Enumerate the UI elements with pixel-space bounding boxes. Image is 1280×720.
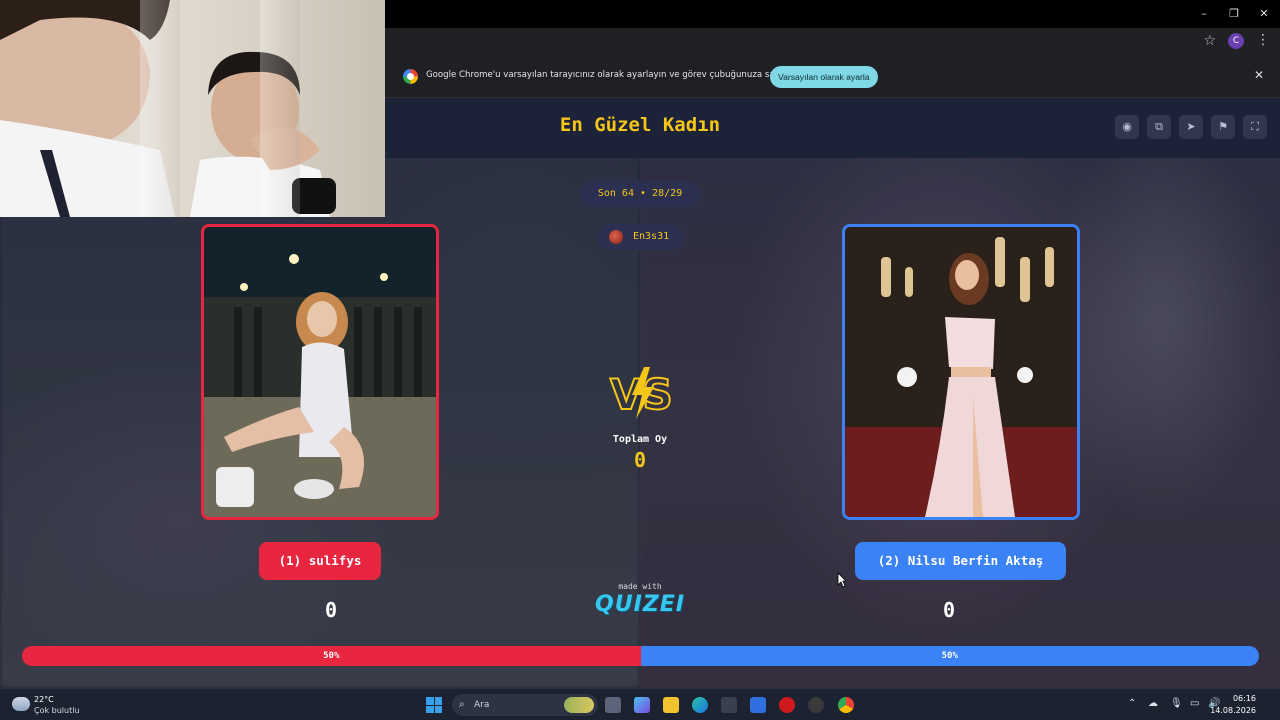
browser-toolbar: ☆ C ⋮ bbox=[385, 28, 1280, 56]
browser-titlebar: – ❐ ✕ bbox=[385, 0, 1280, 28]
vote-share-bar: 50% 50% bbox=[22, 646, 1259, 666]
minimize-button[interactable]: – bbox=[1196, 6, 1212, 22]
bookmark-star-icon[interactable]: ☆ bbox=[1203, 33, 1216, 49]
webcam-people bbox=[0, 0, 336, 217]
candidate-photo-right bbox=[845, 227, 1077, 517]
candidate-card-left[interactable] bbox=[201, 224, 439, 520]
clock-date[interactable]: 14.08.2026 bbox=[1210, 706, 1256, 715]
weather-description: Çok bulutlu bbox=[34, 706, 80, 715]
store-icon[interactable] bbox=[721, 697, 737, 713]
vote-share-right: 50% bbox=[640, 646, 1259, 666]
quizei-logo[interactable]: QUIZEI bbox=[590, 592, 690, 617]
made-with-label: made with bbox=[618, 582, 662, 591]
vote-button-left[interactable]: (1) sulifys bbox=[259, 542, 381, 580]
network-icon[interactable]: ▭ bbox=[1190, 698, 1199, 709]
edge-icon[interactable] bbox=[692, 697, 708, 713]
taskbar-search[interactable]: ⌕ Ara bbox=[452, 694, 598, 716]
set-default-button[interactable]: Varsayılan olarak ayarla bbox=[770, 66, 878, 88]
webcam-overlay bbox=[0, 0, 385, 217]
app-icon[interactable] bbox=[808, 697, 824, 713]
vote-share-left: 50% bbox=[22, 646, 641, 666]
default-browser-infobar: Google Chrome'u varsayılan tarayıcınız o… bbox=[385, 56, 1280, 98]
search-icon: ⌕ bbox=[459, 699, 465, 710]
screen: – ❐ ✕ ☆ C ⋮ Google Chrome'u varsayılan t… bbox=[0, 0, 1280, 720]
search-highlight-icon bbox=[564, 697, 594, 713]
mouse-cursor-icon bbox=[837, 572, 847, 588]
search-placeholder: Ara bbox=[474, 700, 490, 710]
score-right: 0 bbox=[942, 598, 956, 622]
windows-taskbar: 22°C Çok bulutlu ⌕ Ara ⌃ ☁ 🎙 ▭ 🔊 06:16 1… bbox=[0, 688, 1280, 720]
start-button[interactable] bbox=[426, 697, 442, 713]
browser-menu-icon[interactable]: ⋮ bbox=[1256, 32, 1270, 48]
candidate-photo-left bbox=[204, 227, 436, 517]
chrome-logo-icon bbox=[403, 69, 418, 84]
file-explorer-icon[interactable] bbox=[663, 697, 679, 713]
chrome-icon[interactable] bbox=[838, 697, 854, 713]
weather-temperature: 22°C bbox=[34, 695, 54, 704]
creator-avatar bbox=[609, 230, 623, 244]
versus-logo: VS bbox=[609, 367, 674, 420]
microphone-icon[interactable]: 🎙 bbox=[1170, 698, 1183, 709]
creator-badge[interactable]: En3s31 bbox=[597, 224, 683, 250]
infobar-close-icon[interactable]: ✕ bbox=[1254, 68, 1264, 82]
tray-chevron-icon[interactable]: ⌃ bbox=[1128, 698, 1136, 709]
creator-name: En3s31 bbox=[633, 231, 670, 242]
total-votes-value: 0 bbox=[633, 448, 647, 472]
restore-button[interactable]: ❐ bbox=[1226, 6, 1242, 22]
total-votes-label: Toplam Oy bbox=[612, 434, 668, 445]
vote-button-right[interactable]: (2) Nilsu Berfin Aktaş bbox=[855, 542, 1066, 580]
task-view-icon[interactable] bbox=[605, 697, 621, 713]
round-indicator: Son 64 • 28/29 bbox=[580, 181, 700, 207]
candidate-card-right[interactable] bbox=[842, 224, 1080, 520]
mail-icon[interactable] bbox=[750, 697, 766, 713]
profile-avatar[interactable]: C bbox=[1228, 33, 1244, 49]
score-left: 0 bbox=[324, 598, 338, 622]
widgets-icon[interactable] bbox=[634, 697, 650, 713]
close-window-button[interactable]: ✕ bbox=[1256, 6, 1272, 22]
infobar-message: Google Chrome'u varsayılan tarayıcınız o… bbox=[426, 70, 807, 80]
opera-icon[interactable] bbox=[779, 697, 795, 713]
address-bar[interactable] bbox=[385, 30, 1280, 54]
onedrive-icon[interactable]: ☁ bbox=[1148, 698, 1158, 709]
cloud-icon[interactable] bbox=[12, 697, 30, 711]
clock-time[interactable]: 06:16 bbox=[1233, 694, 1256, 703]
